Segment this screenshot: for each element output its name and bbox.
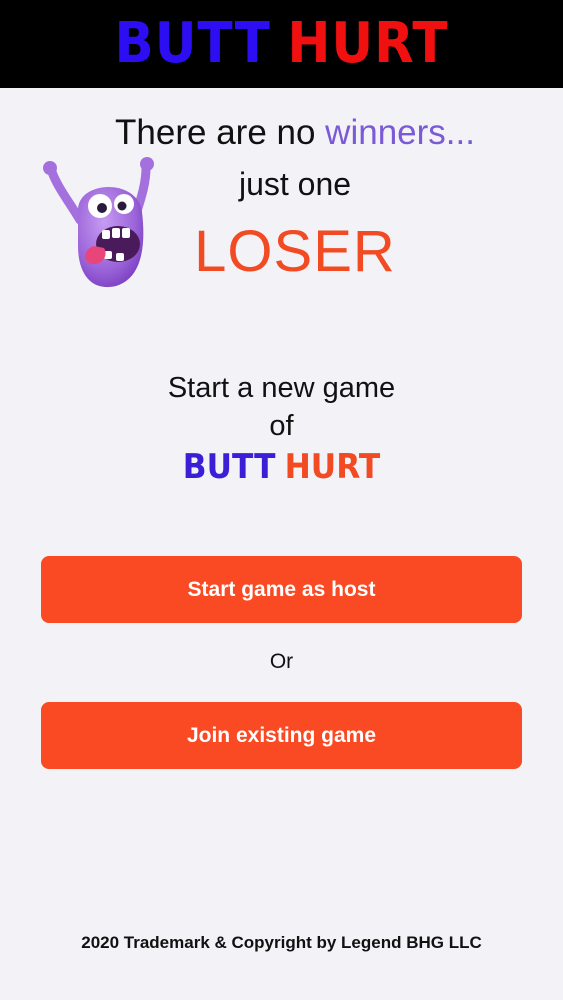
inline-logo-hurt: HURT xyxy=(284,447,381,487)
of-text: of xyxy=(269,410,294,442)
header-logo: BUTT HURT xyxy=(115,16,449,72)
purple-monster-icon xyxy=(43,157,154,288)
footer-copyright: 2020 Trademark & Copyright by Legend BHG… xyxy=(81,933,482,952)
or-separator: Or xyxy=(269,650,294,673)
inline-logo-butt: BUTT xyxy=(182,447,276,487)
start-new-game-text: Start a new game xyxy=(167,372,396,404)
app-screen: BUTT HURT There are no winners... just o… xyxy=(0,0,563,1000)
tagline-prefix: There are no xyxy=(115,113,326,152)
tagline-highlight: winners... xyxy=(325,113,475,152)
start-game-as-host-button[interactable]: Start game as host xyxy=(41,556,522,623)
logo-word-hurt: HURT xyxy=(287,11,449,76)
tagline-line1: There are no winners... xyxy=(0,112,563,154)
join-existing-game-button[interactable]: Join existing game xyxy=(41,702,522,769)
inline-logo: BUTT HURT xyxy=(23,450,541,484)
header-bar: BUTT HURT xyxy=(0,0,563,88)
logo-word-butt: BUTT xyxy=(114,11,271,76)
